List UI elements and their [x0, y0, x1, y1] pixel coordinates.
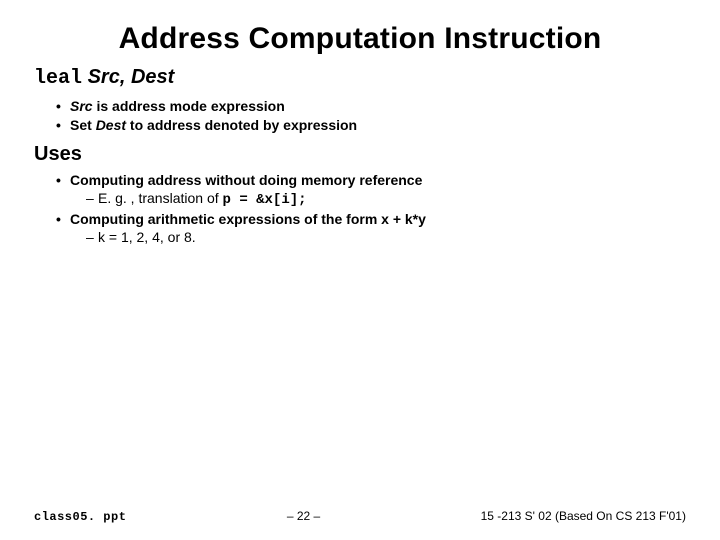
eg-prefix: E. g. , translation of — [98, 190, 223, 206]
list-item: Computing arithmetic expressions of the … — [60, 211, 686, 245]
footer-filename: class05. ppt — [34, 510, 126, 524]
dest-term: Dest — [96, 117, 126, 133]
set-rest: to address denoted by expression — [126, 117, 357, 133]
uses-item-1: Computing address without doing memory r… — [70, 172, 422, 188]
eg-code: p = &x[i]; — [223, 192, 307, 208]
uses-item-2: Computing arithmetic expressions of the … — [70, 211, 426, 227]
uses-sublist-1: E. g. , translation of p = &x[i]; — [88, 190, 686, 208]
src-rest: is address mode expression — [93, 98, 285, 114]
k-values: k = 1, 2, 4, or 8. — [98, 229, 196, 245]
uses-heading: Uses — [34, 143, 686, 166]
uses-list: Computing address without doing memory r… — [60, 172, 686, 245]
src-term: Src — [70, 98, 93, 114]
list-item: Computing address without doing memory r… — [60, 172, 686, 208]
slide-title: Address Computation Instruction — [34, 22, 686, 56]
list-item: Src is address mode expression — [60, 98, 686, 114]
list-item: Set Dest to address denoted by expressio… — [60, 117, 686, 133]
slide-footer: class05. ppt – 22 – 15 -213 S' 02 (Based… — [34, 509, 686, 524]
set-pre: Set — [70, 117, 96, 133]
footer-course: 15 -213 S' 02 (Based On CS 213 F'01) — [481, 509, 686, 523]
instruction-mnemonic: leal — [34, 67, 82, 90]
list-item: k = 1, 2, 4, or 8. — [88, 229, 686, 245]
instruction-args: Src, Dest — [88, 66, 175, 88]
instruction-heading: leal Src, Dest — [34, 66, 686, 90]
instruction-desc-list: Src is address mode expression Set Dest … — [60, 98, 686, 133]
list-item: E. g. , translation of p = &x[i]; — [88, 190, 686, 208]
uses-sublist-2: k = 1, 2, 4, or 8. — [88, 229, 686, 245]
footer-page-number: – 22 – — [287, 509, 320, 523]
